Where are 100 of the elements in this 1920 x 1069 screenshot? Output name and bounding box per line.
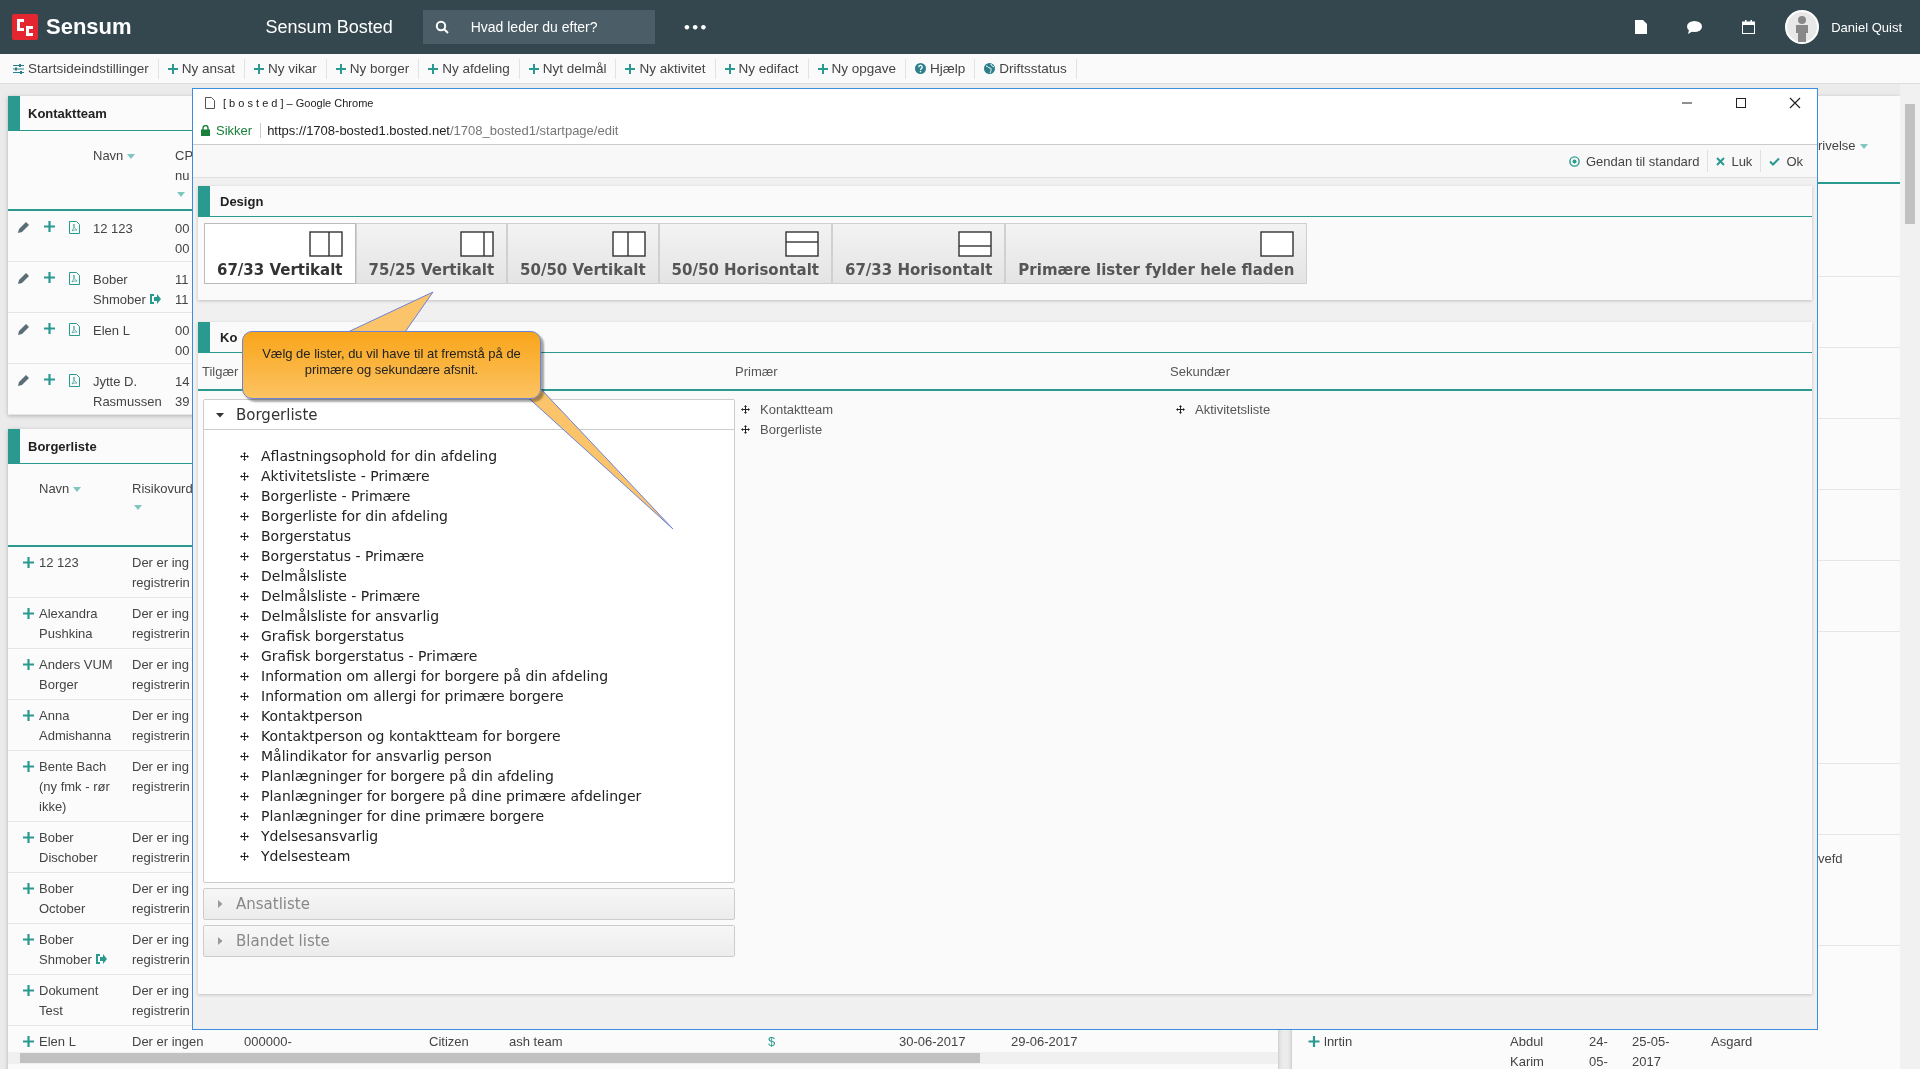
move-icon: [240, 751, 249, 761]
pencil-icon[interactable]: [18, 221, 30, 233]
list-item[interactable]: Borgerstatus: [240, 526, 351, 546]
layout-option-button[interactable]: Primære lister fylder hele fladen: [1005, 223, 1308, 284]
vertical-scrollbar[interactable]: [1900, 84, 1920, 1069]
plus-icon[interactable]: [44, 323, 55, 334]
sort-caret-icon[interactable]: [177, 192, 185, 197]
page-icon: [205, 97, 215, 109]
toolbar-button[interactable]: Ny aktivitet: [616, 58, 716, 79]
toolbar-button[interactable]: Startsideindstillinger: [4, 58, 159, 79]
url-text[interactable]: https://1708-bosted1.bosted.net/1708_bosted1/startpage/edit: [267, 123, 619, 138]
list-item[interactable]: Aktivitetsliste: [1176, 399, 1271, 419]
toolbar-button[interactable]: Driftsstatus: [975, 58, 1077, 79]
plus-icon[interactable]: [44, 272, 55, 283]
calendar-icon[interactable]: [1742, 20, 1756, 34]
list-item[interactable]: Planlægninger for borgere på din afdeling: [240, 766, 554, 786]
toolbar-button[interactable]: Ny opgave: [808, 58, 907, 79]
chat-icon[interactable]: [1687, 20, 1703, 34]
document-icon[interactable]: [1635, 20, 1648, 34]
list-item[interactable]: Borgerliste for din afdeling: [240, 506, 448, 526]
column-header[interactable]: Navn: [39, 481, 70, 496]
list-item[interactable]: Kontaktperson: [240, 706, 363, 726]
move-icon: [741, 404, 750, 414]
sort-caret-icon[interactable]: [1859, 144, 1868, 149]
plus-icon: [167, 63, 178, 74]
list-item[interactable]: Information om allergi for primære borgere: [240, 686, 564, 706]
column-header[interactable]: Navn: [93, 148, 124, 163]
list-item[interactable]: Information om allergi for borgere på din afdeling: [240, 666, 609, 686]
list-item[interactable]: Grafisk borgerstatus - Primære: [240, 646, 478, 666]
close-icon: [1716, 156, 1726, 166]
action-button[interactable]: Gendan til standard: [1560, 150, 1708, 172]
list-item[interactable]: Delmålsliste - Primære: [240, 586, 421, 606]
list-item[interactable]: Delmålsliste for ansvarlig: [240, 606, 440, 626]
toolbar-button[interactable]: Nyt delmål: [519, 58, 617, 79]
horizontal-scrollbar[interactable]: [8, 1052, 1278, 1064]
table-cell-text: 00 00: [175, 220, 190, 258]
action-button[interactable]: Ok: [1760, 150, 1811, 172]
plus-icon: [254, 63, 265, 74]
toolbar-button[interactable]: Hjælp: [906, 58, 976, 79]
pdf-icon[interactable]: [69, 221, 80, 234]
panel-title: Kontaktteam: [28, 105, 107, 121]
toolbar-button[interactable]: Ny edifact: [715, 58, 809, 79]
list-item[interactable]: Kontaktperson og kontaktteam for borgere: [240, 726, 561, 746]
accordion-header[interactable]: Borgerliste: [204, 400, 734, 430]
move-icon: [240, 831, 249, 841]
list-item[interactable]: Borgerstatus - Primære: [240, 546, 425, 566]
tooltip: Vælg de lister, du vil have til at fremstå på de primære og sekundære afsnit.: [242, 331, 541, 399]
column-header: Tilgær: [202, 363, 239, 379]
table-cell-text: 000000-: [244, 1033, 292, 1051]
sort-caret-icon[interactable]: [127, 154, 136, 160]
toolbar-button[interactable]: Ny afdeling: [419, 58, 520, 79]
layout-option-button[interactable]: 67/33 Vertikalt: [204, 223, 356, 284]
list-item[interactable]: Aflastningsophold for din afdeling: [240, 446, 498, 466]
action-button[interactable]: Luk: [1707, 150, 1761, 172]
search-field[interactable]: Hvad leder du efter?: [422, 10, 655, 44]
layout-option-button[interactable]: 50/50 Vertikalt: [507, 223, 659, 284]
list-item[interactable]: Borgerliste: [741, 419, 823, 439]
move-icon: [240, 531, 249, 541]
user-name[interactable]: Daniel Quist: [1831, 19, 1902, 35]
toolbar-button[interactable]: Ny ansat: [158, 58, 246, 79]
list-item[interactable]: Planlægninger for borgere på dine primære afdelinger: [240, 786, 642, 806]
list-item[interactable]: Borgerliste - Primære: [240, 486, 411, 506]
move-icon: [240, 471, 249, 481]
column-header[interactable]: CP nu: [175, 146, 194, 186]
list-item[interactable]: Planlægninger for dine primære borgere: [240, 806, 544, 826]
column-header[interactable]: rivelse: [1818, 136, 1856, 156]
toolbar-button[interactable]: Ny borger: [326, 58, 420, 79]
pdf-icon[interactable]: [69, 272, 80, 285]
pdf-icon[interactable]: [69, 323, 80, 336]
more-button[interactable]: •••: [682, 19, 708, 35]
pdf-icon[interactable]: [69, 374, 80, 387]
sort-caret-icon[interactable]: [134, 505, 142, 510]
sort-caret-icon[interactable]: [73, 487, 82, 493]
layout-option-button[interactable]: 75/25 Vertikalt: [355, 223, 508, 284]
move-icon: [240, 451, 249, 461]
list-item[interactable]: Kontaktteam: [741, 399, 833, 419]
pencil-icon[interactable]: [18, 323, 30, 335]
list-item[interactable]: Delmålsliste: [240, 566, 347, 586]
app-logo-text[interactable]: Sensum: [46, 14, 132, 40]
plus-icon[interactable]: [44, 221, 55, 232]
list-item[interactable]: Grafisk borgerstatus: [240, 626, 405, 646]
layout-option-button[interactable]: 50/50 Horisontalt: [658, 223, 832, 284]
list-item[interactable]: Ydelsesteam: [240, 846, 351, 866]
plus-icon: [528, 63, 539, 74]
toolbar-button[interactable]: Ny vikar: [245, 58, 327, 79]
list-item[interactable]: Aktivitetsliste - Primære: [240, 466, 430, 486]
move-icon: [240, 671, 249, 681]
table-cell-text: Dokument Test: [39, 982, 99, 1020]
pencil-icon[interactable]: [18, 272, 30, 284]
maximize-icon[interactable]: [1735, 97, 1747, 109]
table-cell-text: 12 123: [39, 554, 79, 572]
plus-icon[interactable]: [44, 374, 55, 385]
list-item[interactable]: Ydelsesansvarlig: [240, 826, 379, 846]
avatar-icon[interactable]: [1785, 10, 1820, 44]
close-icon[interactable]: [1789, 97, 1801, 109]
table-cell-text: Anna Admishanna: [39, 707, 112, 745]
list-item[interactable]: Målindikator for ansvarlig person: [240, 746, 492, 766]
pencil-icon[interactable]: [18, 374, 30, 386]
table-cell-text: Der er ing registrerin: [132, 829, 190, 867]
layout-option-button[interactable]: 67/33 Horisontalt: [831, 223, 1006, 284]
